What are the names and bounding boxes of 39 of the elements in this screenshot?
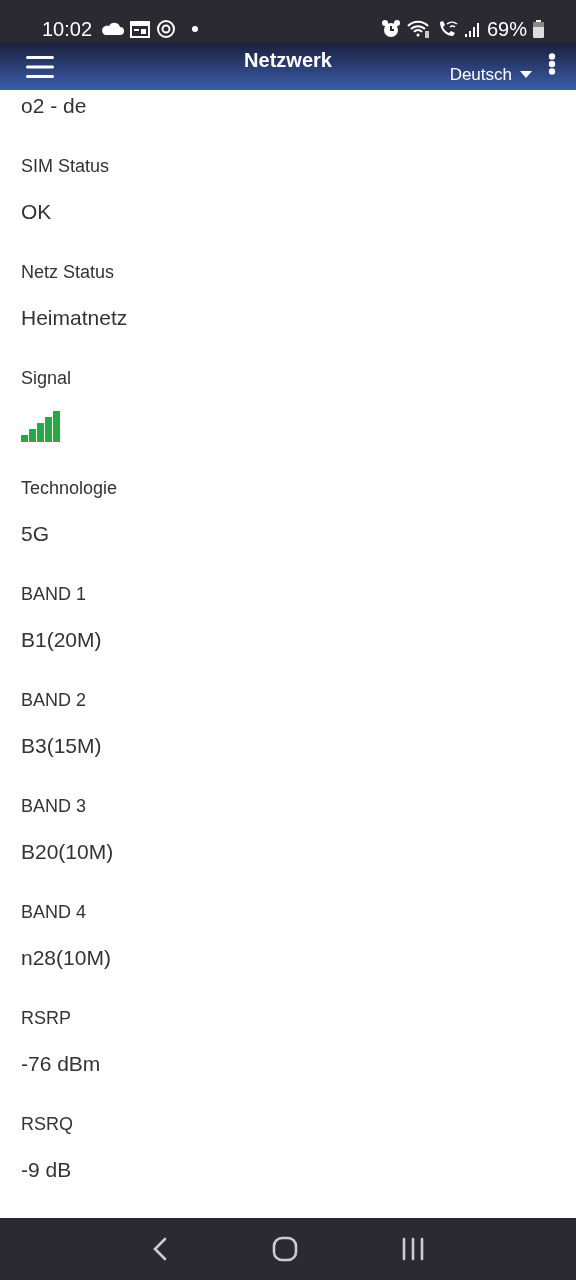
field-value: n28(10M): [21, 945, 112, 972]
field-label: Technologie: [21, 477, 119, 501]
more-options-icon: [548, 52, 556, 75]
language-dropdown[interactable]: Deutsch: [449, 64, 548, 85]
field-label: BAND 3: [21, 795, 88, 819]
more-options-button[interactable]: [548, 52, 556, 75]
signal-strength-icon: [464, 21, 481, 38]
field-label: Signal: [21, 367, 73, 391]
field-value: Heimatnetz: [21, 305, 129, 332]
alarm-icon: [380, 19, 401, 40]
menu-button[interactable]: [26, 55, 54, 78]
page-title: Netzwerk: [244, 48, 332, 72]
field-value: B3(15M): [21, 733, 103, 760]
field-value: B1(20M): [21, 627, 103, 654]
notification-dot-icon: [192, 26, 199, 33]
field-label: SIM Status: [21, 155, 111, 179]
battery-icon: [533, 20, 544, 39]
field-value: -76 dBm: [21, 1051, 102, 1078]
field-label: Netz Status: [21, 261, 116, 285]
field-label: RSRP: [21, 1007, 72, 1031]
home-icon[interactable]: [272, 1236, 298, 1263]
field-value: o2 - de: [21, 93, 88, 120]
field-value: -9 dB: [21, 1157, 73, 1184]
field-label: BAND 2: [21, 689, 88, 713]
recent-apps-icon[interactable]: [400, 1237, 425, 1262]
field-label: RSRQ: [21, 1113, 74, 1137]
status-time: 10:02: [42, 17, 93, 41]
field-value: OK: [21, 199, 53, 226]
signal-bars-icon: [21, 410, 60, 443]
caret-icon: [520, 71, 532, 79]
battery-percentage: 69%: [486, 17, 527, 41]
field-value: B20(10M): [21, 839, 115, 866]
wifi-icon: [406, 19, 431, 40]
field-label: BAND 1: [21, 583, 88, 607]
calendar-icon: [130, 20, 151, 39]
field-value: 5G: [21, 521, 50, 548]
field-label: BAND 4: [21, 901, 88, 925]
cloud-icon: [100, 22, 125, 37]
menu-icon: [26, 55, 54, 78]
